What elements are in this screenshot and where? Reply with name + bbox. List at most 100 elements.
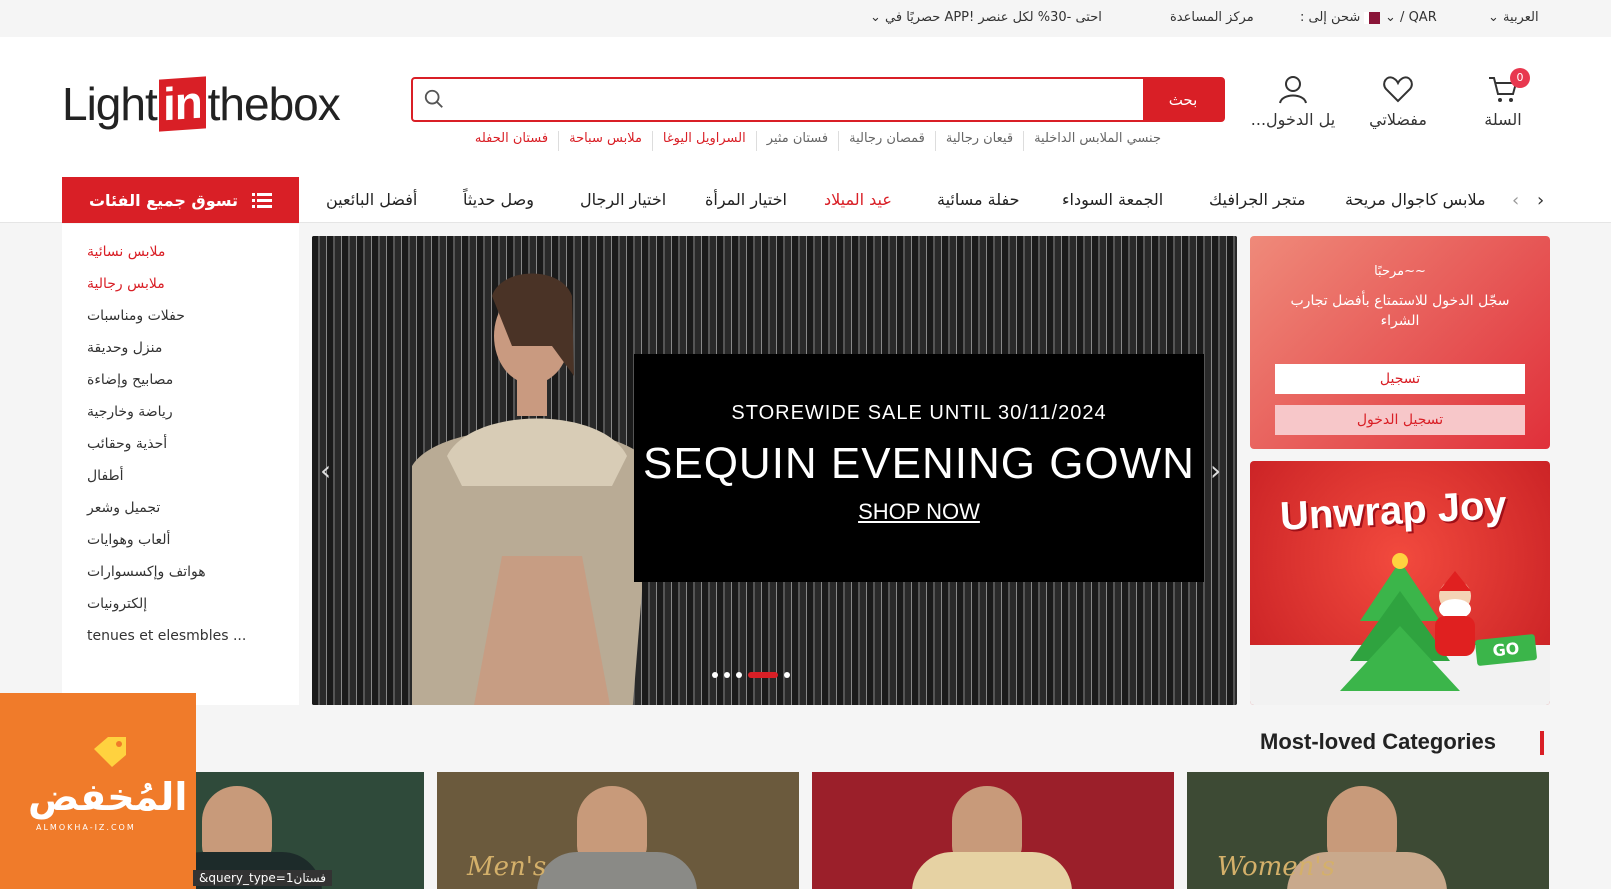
- section-title: Most-loved Categories: [1260, 729, 1496, 754]
- hotword-link[interactable]: السراويل اليوغا: [651, 131, 756, 151]
- banner-pagination: [712, 672, 790, 678]
- nav-item-new-arrivals[interactable]: وصل حديثاً: [463, 190, 534, 209]
- cart-label: السلة: [1484, 110, 1522, 129]
- ship-to-label: شحن إلى :: [1300, 10, 1361, 25]
- nav-item-women-pick[interactable]: اختيار المرأة: [705, 190, 787, 209]
- sidebar-item-lighting[interactable]: مصابيح وإضاءة: [87, 372, 173, 388]
- category-card[interactable]: Women's: [1187, 772, 1549, 889]
- nav-item-casual-wear[interactable]: ملابس كاجوال مريحة: [1345, 190, 1486, 209]
- hotword-link[interactable]: جنسي الملابس الداخلية: [1023, 131, 1171, 151]
- chevron-left-icon[interactable]: ‹: [1512, 190, 1519, 211]
- category-sidebar: ملابس نسائية ملابس رجالية حفلات ومناسبات…: [62, 224, 299, 705]
- banner-line1: STOREWIDE SALE UNTIL 30/11/2024: [731, 402, 1107, 424]
- chevron-down-icon: ⌄: [1385, 10, 1396, 25]
- welcome-greeting: ~~مرحبًا: [1374, 264, 1426, 279]
- watermark-subtext: ALMOKHA-IZ.COM: [36, 823, 136, 832]
- category-card[interactable]: Men's: [437, 772, 799, 889]
- sidebar-item-kids[interactable]: أطفال: [87, 468, 124, 484]
- ship-to-selector[interactable]: شحن إلى :: [1300, 10, 1381, 25]
- chevron-right-icon[interactable]: ›: [1537, 190, 1544, 211]
- sidebar-item-shoes-bags[interactable]: أحذية وحقائب: [87, 436, 167, 452]
- hero-banner[interactable]: STOREWIDE SALE UNTIL 30/11/2024 SEQUIN E…: [312, 236, 1237, 705]
- menu-list-icon: [252, 193, 273, 208]
- banner-dot[interactable]: [724, 672, 730, 678]
- qatar-flag-icon: [1364, 11, 1381, 24]
- banner-dot[interactable]: [736, 672, 742, 678]
- heart-icon: [1383, 76, 1413, 103]
- sidebar-item-electronics[interactable]: إلكترونيات: [87, 596, 147, 612]
- price-tag-icon: [94, 737, 126, 767]
- sidebar-item-men[interactable]: ملابس رجالية: [87, 276, 165, 292]
- hotword-link[interactable]: فستان مثير: [755, 131, 838, 151]
- cart-count-badge: 0: [1510, 68, 1530, 88]
- sidebar-item-beauty[interactable]: تجميل وشعر: [87, 500, 160, 516]
- category-script-text: Men's: [467, 852, 547, 882]
- christmas-promo-banner[interactable]: Unwrap Joy GO: [1250, 461, 1550, 705]
- banner-prev-arrow-icon[interactable]: ‹: [320, 454, 331, 487]
- cart-button[interactable]: 0 السلة: [1448, 68, 1558, 129]
- register-button[interactable]: تسجيل: [1275, 364, 1525, 394]
- user-icon: [1279, 76, 1307, 104]
- help-center-link[interactable]: مركز المساعدة: [1170, 10, 1254, 25]
- app-promo-link[interactable]: احتى -30% لكل عنصر !APP حصريًا في ⌄: [870, 10, 1102, 25]
- banner-dot[interactable]: [784, 672, 790, 678]
- wishlist-label: مفضلاتي: [1369, 110, 1427, 129]
- currency-label: QAR: [1408, 10, 1437, 25]
- search-button[interactable]: بحث: [1143, 79, 1223, 120]
- banner-text-box: STOREWIDE SALE UNTIL 30/11/2024 SEQUIN E…: [634, 354, 1204, 582]
- banner-dot-active[interactable]: [748, 672, 778, 678]
- logo-light: Light: [62, 78, 158, 130]
- currency-selector[interactable]: QAR / ⌄: [1385, 10, 1437, 25]
- watermark-text: المُخفض: [28, 775, 188, 819]
- welcome-message: سجّل الدخول للاستمتاع بأفضل تجارب الشراء: [1290, 293, 1510, 329]
- nav-item-christmas[interactable]: عيد الميلاد: [824, 190, 892, 209]
- sidebar-item-home-garden[interactable]: منزل وحديقة: [87, 340, 162, 356]
- banner-headline: SEQUIN EVENING GOWN: [643, 439, 1195, 488]
- main-navigation: تسوق جميع الفئات أفضل البائعين وصل حديثا…: [0, 177, 1611, 223]
- sign-in-button[interactable]: ...يل الدخول: [1238, 74, 1348, 129]
- model-body: [537, 852, 697, 889]
- banner-model-image: [412, 273, 642, 705]
- wishlist-button[interactable]: مفضلاتي: [1343, 74, 1453, 129]
- all-categories-button[interactable]: تسوق جميع الفئات: [62, 177, 299, 223]
- hotword-link[interactable]: فستان الحفله: [465, 131, 558, 151]
- site-watermark-logo: المُخفض ALMOKHA-IZ.COM: [0, 693, 196, 889]
- hotword-link[interactable]: قمصان رجالية: [838, 131, 935, 151]
- nav-item-graphic-store[interactable]: متجر الجرافيك: [1209, 190, 1306, 209]
- sidebar-item-outfits[interactable]: tenues et elesmbles ...: [87, 628, 246, 644]
- search-icon: [424, 89, 443, 108]
- category-card[interactable]: [812, 772, 1174, 889]
- sidebar-item-occasions[interactable]: حفلات ومناسبات: [87, 308, 185, 324]
- hot-search-keywords: جنسي الملابس الداخلية قيعان رجالية قمصان…: [411, 131, 1171, 151]
- model-body: [912, 852, 1072, 889]
- nav-items: أفضل البائعين وصل حديثاً اختيار الرجال ا…: [320, 177, 1490, 223]
- nav-item-black-friday[interactable]: الجمعة السوداء: [1062, 190, 1163, 209]
- nav-item-best-sellers[interactable]: أفضل البائعين: [326, 190, 417, 209]
- sidebar-item-sports[interactable]: رياضة وخارجية: [87, 404, 173, 420]
- nav-item-men-pick[interactable]: اختيار الرجال: [580, 190, 666, 209]
- app-promo-text: احتى -30% لكل عنصر !APP حصريًا في: [885, 10, 1102, 25]
- banner-dot[interactable]: [712, 672, 718, 678]
- sign-in-label: ...يل الدخول: [1250, 110, 1336, 129]
- login-button[interactable]: تسجيل الدخول: [1275, 405, 1525, 435]
- chevron-down-icon: ⌄: [1488, 10, 1499, 25]
- nav-item-evening-party[interactable]: حفلة مسائية: [937, 190, 1020, 209]
- language-selector[interactable]: العربية ⌄: [1488, 10, 1539, 25]
- all-categories-label: تسوق جميع الفئات: [88, 190, 239, 210]
- site-logo[interactable]: Light in thebox: [62, 76, 341, 132]
- language-label: العربية: [1503, 10, 1539, 25]
- search-input[interactable]: [453, 83, 1123, 117]
- banner-shop-now-link[interactable]: SHOP NOW: [634, 499, 1204, 525]
- sidebar-item-toys[interactable]: ألعاب وهوايات: [87, 532, 170, 548]
- status-url-hint: &query_type=1فستان: [193, 870, 333, 886]
- sidebar-item-phones[interactable]: هواتف وإكسسوارات: [87, 564, 206, 580]
- banner-next-arrow-icon[interactable]: ›: [1210, 454, 1221, 487]
- search-bar: بحث: [411, 77, 1225, 122]
- sidebar-item-women[interactable]: ملابس نسائية: [87, 244, 165, 260]
- hotword-link[interactable]: قيعان رجالية: [934, 131, 1023, 151]
- section-accent-bar: [1540, 731, 1544, 755]
- hotword-link[interactable]: ملابس سباحة: [558, 131, 652, 151]
- top-utility-bar: العربية ⌄ QAR / ⌄ شحن إلى : مركز المساعد…: [0, 0, 1611, 37]
- promo-title: Unwrap Joy: [1278, 483, 1508, 539]
- chevron-down-icon: ⌄: [870, 10, 881, 25]
